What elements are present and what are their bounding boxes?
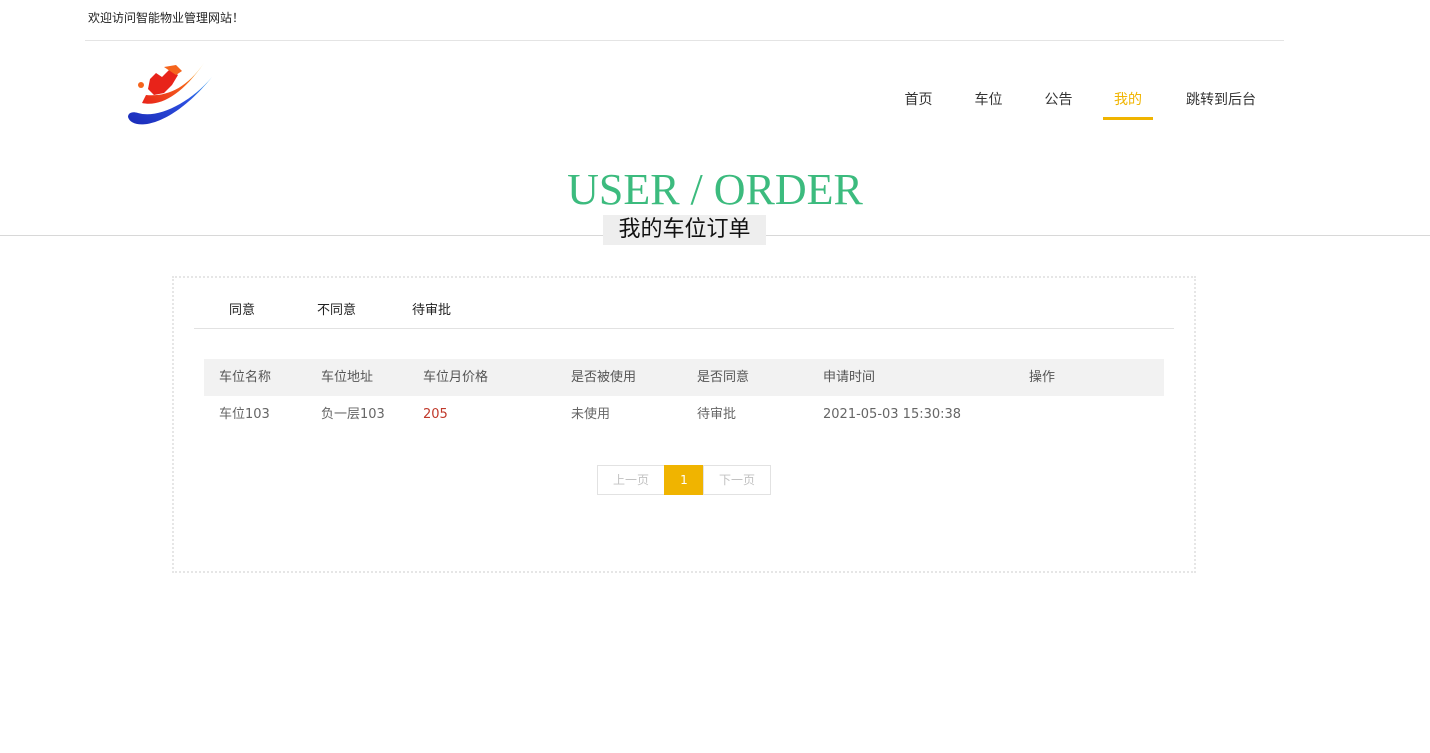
col-header-used: 是否被使用 bbox=[571, 370, 637, 385]
page-title-en: USER / ORDER bbox=[567, 165, 863, 214]
nav-item-mine[interactable]: 我的 bbox=[1103, 86, 1153, 120]
cell-address: 负一层103 bbox=[321, 407, 385, 422]
tab-disagree[interactable]: 不同意 bbox=[317, 299, 356, 318]
next-page-button[interactable]: 下一页 bbox=[703, 465, 771, 495]
col-header-action: 操作 bbox=[1029, 370, 1056, 385]
col-header-approved: 是否同意 bbox=[697, 370, 750, 385]
status-tabs: 同意 不同意 待审批 bbox=[194, 278, 1174, 329]
cell-approved: 待审批 bbox=[697, 407, 737, 422]
cell-used: 未使用 bbox=[571, 407, 611, 422]
top-welcome-bar: 欢迎访问智能物业管理网站！ bbox=[85, 0, 1284, 41]
nav-item-home[interactable]: 首页 bbox=[903, 86, 934, 120]
col-header-time: 申请时间 bbox=[823, 370, 876, 385]
col-header-price: 车位月价格 bbox=[423, 370, 489, 385]
orders-panel: 同意 不同意 待审批 车位名称 车位地址 车位月价格 是否被使用 是否同意 申请… bbox=[172, 276, 1196, 573]
cell-time: 2021-05-03 15:30:38 bbox=[823, 407, 962, 422]
orders-table: 车位名称 车位地址 车位月价格 是否被使用 是否同意 申请时间 操作 车位103… bbox=[204, 359, 1164, 434]
nav-item-notice[interactable]: 公告 bbox=[1043, 86, 1074, 120]
welcome-text: 欢迎访问智能物业管理网站！ bbox=[88, 11, 245, 25]
nav-item-admin[interactable]: 跳转到后台 bbox=[1183, 86, 1259, 120]
col-header-address: 车位地址 bbox=[321, 370, 374, 385]
col-header-name: 车位名称 bbox=[219, 370, 272, 385]
prev-page-button[interactable]: 上一页 bbox=[597, 465, 665, 495]
table-header: 车位名称 车位地址 车位月价格 是否被使用 是否同意 申请时间 操作 bbox=[204, 359, 1164, 396]
cell-name: 车位103 bbox=[219, 407, 270, 422]
page-number-button[interactable]: 1 bbox=[664, 465, 704, 495]
page-title-cn: 我的车位订单 bbox=[603, 215, 766, 245]
table-row: 车位103 负一层103 205 未使用 待审批 2021-05-03 15:3… bbox=[204, 396, 1164, 434]
nav-item-parking[interactable]: 车位 bbox=[973, 86, 1004, 120]
main-nav: 首页 车位 公告 我的 跳转到后台 bbox=[0, 86, 1430, 122]
tab-pending[interactable]: 待审批 bbox=[412, 299, 451, 318]
cell-price: 205 bbox=[423, 407, 448, 422]
tab-agree[interactable]: 同意 bbox=[229, 299, 255, 318]
